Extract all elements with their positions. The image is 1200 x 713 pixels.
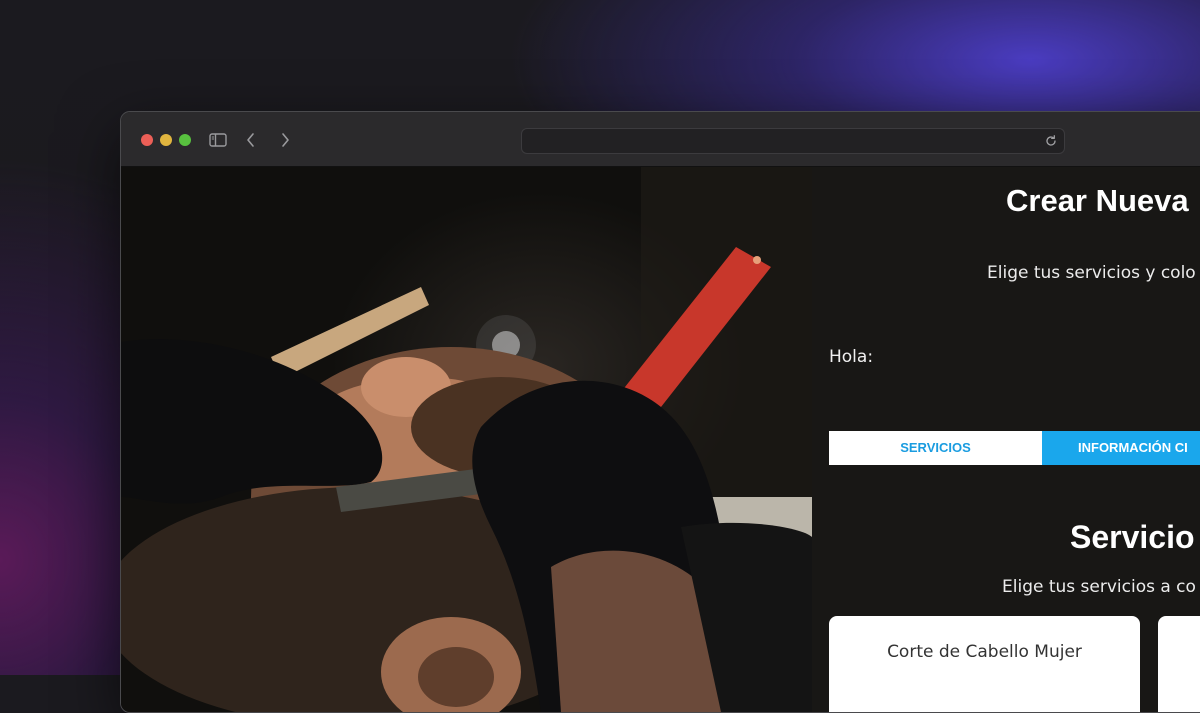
minimize-window-button[interactable] [160, 134, 172, 146]
services-section-subtitle: Elige tus servicios a co [1002, 577, 1196, 597]
page-title: Crear Nueva [1006, 183, 1189, 218]
browser-toolbar [121, 112, 1200, 167]
service-card[interactable]: Corte de Cabello Mujer [829, 616, 1140, 712]
chevron-left-icon[interactable] [241, 130, 261, 150]
address-bar[interactable] [521, 128, 1065, 154]
close-window-button[interactable] [141, 134, 153, 146]
tab-servicios[interactable]: SERVICIOS [829, 431, 1042, 465]
greeting-text: Hola: [829, 347, 874, 367]
browser-window: Crear Nueva Elige tus servicios y colo H… [120, 111, 1200, 713]
tab-informacion-cita[interactable]: INFORMACIÓN CI [1042, 431, 1200, 465]
chevron-right-icon[interactable] [275, 130, 295, 150]
barber-shaving-photo [121, 167, 812, 712]
reload-icon[interactable] [1044, 133, 1058, 147]
sidebar-icon[interactable] [208, 130, 228, 150]
page-content: Crear Nueva Elige tus servicios y colo H… [121, 167, 1200, 712]
zoom-window-button[interactable] [179, 134, 191, 146]
services-section-title: Servicio [1070, 519, 1195, 555]
service-card-label: Corte de Cabello Mujer [887, 642, 1082, 662]
service-card[interactable] [1158, 616, 1200, 712]
booking-panel: Crear Nueva Elige tus servicios y colo H… [812, 167, 1200, 712]
page-subtitle: Elige tus servicios y colo [987, 263, 1196, 283]
booking-tabs: SERVICIOS INFORMACIÓN CI [829, 431, 1200, 465]
